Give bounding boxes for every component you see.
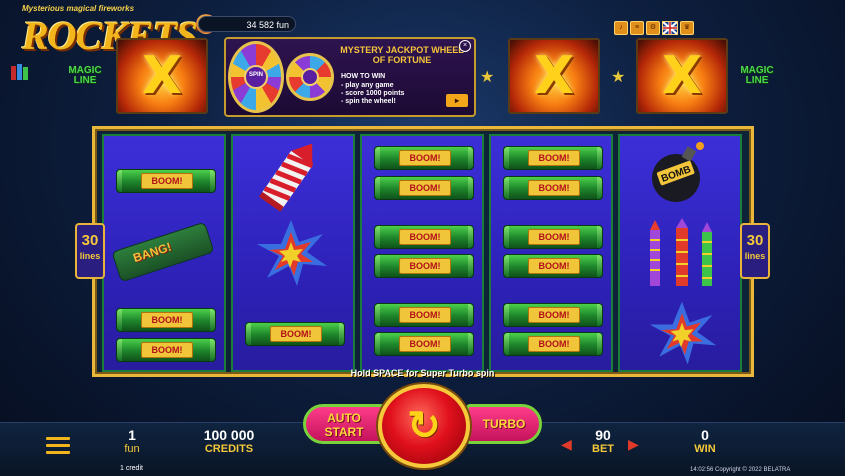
bomb-symbol: BOMB <box>652 142 704 202</box>
spin-icon: ↻ <box>407 404 441 448</box>
balance-display: 34 582 fun <box>198 16 296 32</box>
sound-icon[interactable]: ♪ <box>614 21 628 35</box>
jackpot-wheel-popup[interactable]: SPIN MYSTERY JACKPOT WHEEL OF FORTUNE HO… <box>224 37 476 117</box>
paytable-icon[interactable]: ≡ <box>630 21 644 35</box>
reels-frame: BOOM! BANG! BOOM! BOOM! BOOM! BOOM! BOOM… <box>92 126 754 377</box>
reel-4: BOOM! BOOM! BOOM! BOOM! BOOM! BOOM! <box>489 134 613 372</box>
boom-symbol: BOOM! <box>374 225 474 249</box>
settings-icon[interactable]: ⚙ <box>646 21 660 35</box>
credits-display: 100 000 CREDITS <box>203 427 255 455</box>
star-icon: ★ <box>611 69 626 86</box>
bang-symbol: BANG! <box>111 221 215 283</box>
magic-x-tile: X <box>636 38 728 114</box>
boom-symbol: BOOM! <box>503 254 603 278</box>
magic-line-left: MAGIC LINE <box>68 65 102 86</box>
spin-button[interactable]: ↻ <box>378 384 470 468</box>
bet-display: 90 BET <box>592 427 614 455</box>
win-display: 0 WIN <box>694 427 716 455</box>
jackpot-title: MYSTERY JACKPOT WHEEL OF FORTUNE <box>340 45 464 65</box>
rockets-icon <box>11 64 28 80</box>
fortune-wheel-icon: SPIN <box>228 41 284 113</box>
boom-symbol: BOOM! <box>374 176 474 200</box>
star-icon: ★ <box>480 69 495 86</box>
reel-2: BOOM! <box>231 134 355 372</box>
boom-symbol: BOOM! <box>374 254 474 278</box>
close-icon[interactable]: × <box>459 40 471 52</box>
reel-5: BOMB <box>618 134 742 372</box>
boom-symbol: BOOM! <box>503 225 603 249</box>
boom-symbol: BOOM! <box>374 146 474 170</box>
credit-denomination: 1 credit <box>120 465 143 472</box>
turbo-hint: Hold SPACE for Super Turbo spin <box>350 368 495 378</box>
bet-decrease-button[interactable]: ◀ <box>561 436 572 453</box>
reel-1: BOOM! BANG! BOOM! BOOM! <box>102 134 226 372</box>
boom-symbol: BOOM! <box>245 322 345 346</box>
firework-star-symbol <box>649 301 717 365</box>
how-to-win-heading: HOW TO WIN <box>341 73 386 80</box>
trophy-icon[interactable]: ♛ <box>680 21 694 35</box>
boom-symbol: BOOM! <box>503 176 603 200</box>
jackpot-more-button[interactable]: ▸ <box>446 94 468 107</box>
auto-start-button[interactable]: AUTO START <box>303 404 385 444</box>
boom-symbol: BOOM! <box>503 332 603 356</box>
reel-3: BOOM! BOOM! BOOM! BOOM! BOOM! BOOM! <box>360 134 484 372</box>
magic-x-tile: X <box>116 38 208 114</box>
magic-x-tile: X <box>508 38 600 114</box>
rockets-bundle-symbol <box>650 218 712 286</box>
bet-increase-button[interactable]: ▶ <box>628 436 639 453</box>
turbo-button[interactable]: TURBO <box>466 404 542 444</box>
magic-line-right: MAGIC LINE <box>740 65 774 86</box>
menu-icon[interactable] <box>46 437 70 455</box>
lines-indicator-right: 30 lines <box>740 223 770 279</box>
boom-symbol: BOOM! <box>374 303 474 327</box>
fortune-wheel-small-icon <box>286 53 334 101</box>
boom-symbol: BOOM! <box>503 146 603 170</box>
boom-symbol: BOOM! <box>116 338 216 362</box>
language-flag-icon[interactable] <box>662 21 678 35</box>
boom-symbol: BOOM! <box>116 169 216 193</box>
firework-star-symbol <box>257 220 327 286</box>
boom-symbol: BOOM! <box>503 303 603 327</box>
coin-value: 1 fun <box>124 427 140 455</box>
copyright-text: 14:02:56 Copyright © 2022 BELATRA <box>690 467 791 473</box>
boom-symbol: BOOM! <box>374 332 474 356</box>
how-to-win-steps: - play any game - score 1000 points - sp… <box>341 82 405 105</box>
boom-symbol: BOOM! <box>116 308 216 332</box>
lines-indicator-left: 30 lines <box>75 223 105 279</box>
rocket-symbol <box>258 143 314 212</box>
